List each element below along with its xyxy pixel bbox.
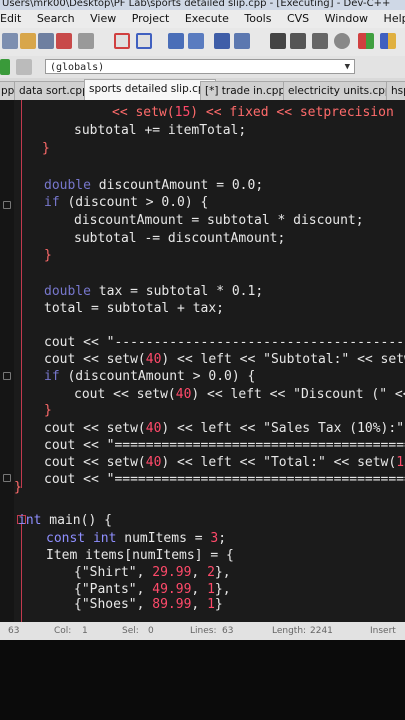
chart-icon[interactable] xyxy=(380,33,396,49)
find-icon[interactable] xyxy=(168,33,184,49)
title-bar: Users\mrk00\Desktop\PF Lab\sports detail… xyxy=(0,0,405,10)
tab-hsp[interactable]: hsp xyxy=(386,81,405,100)
run-icon-small[interactable] xyxy=(0,59,10,75)
open-icon[interactable] xyxy=(20,33,36,49)
tab-data-sort[interactable]: data sort.cpp xyxy=(14,81,94,100)
status-length-label: Length: xyxy=(272,626,307,636)
scope-value: (globals) xyxy=(50,62,105,73)
main-toolbar xyxy=(0,28,405,57)
scope-dropdown[interactable]: (globals) ▼ xyxy=(45,59,355,74)
code-line: {"Shoes", 89.99, 1} xyxy=(74,597,223,612)
save-all-icon[interactable] xyxy=(56,33,72,49)
code-line: cout << "===============================… xyxy=(44,438,405,453)
bookmark-icon xyxy=(3,474,11,482)
status-line-number: 63 xyxy=(8,626,20,636)
file-tabs: pp data sort.cpp sports detailed slip.cp… xyxy=(0,78,405,101)
menu-help[interactable]: Help xyxy=(384,10,405,28)
code-line: cout << setw(40) << left << "Sales Tax (… xyxy=(44,421,405,436)
compile-icon[interactable] xyxy=(270,33,286,49)
menu-window[interactable]: Window xyxy=(325,10,368,28)
rebuild-icon[interactable] xyxy=(334,33,350,49)
code-line: << setw(15) << fixed << setprecision xyxy=(112,105,394,120)
print-icon[interactable] xyxy=(78,33,94,49)
code-line: subtotal += itemTotal; xyxy=(74,123,247,138)
tab-electricity-units[interactable]: electricity units.cpp xyxy=(283,81,397,100)
bookmark-icon xyxy=(3,201,11,209)
goto-icon[interactable] xyxy=(214,33,230,49)
menu-execute[interactable]: Execute xyxy=(185,10,229,28)
grid-icon[interactable] xyxy=(358,33,374,49)
code-editor[interactable]: << setw(15) << fixed << setprecision sub… xyxy=(0,100,405,622)
menu-project[interactable]: Project xyxy=(132,10,170,28)
undo-icon[interactable] xyxy=(114,33,130,49)
fold-line xyxy=(21,518,22,622)
code-line: cout << "===============================… xyxy=(44,472,405,487)
run-icon[interactable] xyxy=(290,33,306,49)
menu-cvs[interactable]: CVS xyxy=(287,10,309,28)
code-line: cout << setw(40) << left << "Subtotal:" … xyxy=(44,352,405,367)
status-bar: 63 Col: 1 Sel: 0 Lines: 63 Length: 2241 … xyxy=(0,622,405,640)
status-mode: Insert xyxy=(370,626,396,636)
code-line: double tax = subtotal * 0.1; xyxy=(44,284,264,299)
status-col-label: Col: xyxy=(54,626,72,636)
dev-cpp-window: Users\mrk00\Desktop\PF Lab\sports detail… xyxy=(0,0,405,640)
bookmark-icon xyxy=(3,372,11,380)
code-line: total = subtotal + tax; xyxy=(44,301,225,316)
status-length: 2241 xyxy=(310,626,333,636)
indent-icon[interactable] xyxy=(234,33,250,49)
debug-icon[interactable] xyxy=(312,33,328,49)
code-line: subtotal -= discountAmount; xyxy=(74,231,286,246)
status-sel-label: Sel: xyxy=(122,626,139,636)
code-line: const int numItems = 3; xyxy=(46,531,227,546)
code-line: cout << setw(40) << left << "Total:" << … xyxy=(44,455,405,470)
status-sel: 0 xyxy=(148,626,154,636)
fold-line xyxy=(21,100,22,488)
code-line: if (discount > 0.0) { xyxy=(44,195,209,210)
code-line: } xyxy=(42,141,50,156)
code-line: if (discountAmount > 0.0) { xyxy=(44,369,256,384)
code-line: double discountAmount = 0.0; xyxy=(44,178,264,193)
status-col: 1 xyxy=(82,626,88,636)
menu-edit[interactable]: Edit xyxy=(0,10,21,28)
code-line: } xyxy=(44,403,52,418)
menu-search[interactable]: Search xyxy=(37,10,75,28)
class-browser-icon[interactable] xyxy=(16,59,32,75)
new-icon[interactable] xyxy=(2,33,18,49)
status-lines: 63 xyxy=(222,626,234,636)
replace-icon[interactable] xyxy=(188,33,204,49)
secondary-toolbar: (globals) ▼ xyxy=(0,56,405,78)
code-line: {"Shirt", 29.99, 2}, xyxy=(74,565,231,580)
tab-sports-detailed-slip[interactable]: sports detailed slip.cpp xyxy=(84,79,217,100)
save-icon[interactable] xyxy=(38,33,54,49)
menu-tools[interactable]: Tools xyxy=(244,10,271,28)
line-gutter xyxy=(0,100,14,622)
redo-icon[interactable] xyxy=(136,33,152,49)
status-lines-label: Lines: xyxy=(190,626,217,636)
tab-trade-in[interactable]: [*] trade in.cpp xyxy=(200,81,291,100)
code-line: int main() { xyxy=(18,513,112,528)
code-line: discountAmount = subtotal * discount; xyxy=(74,213,364,228)
menu-view[interactable]: View xyxy=(90,10,116,28)
code-line: } xyxy=(14,480,22,495)
chevron-down-icon: ▼ xyxy=(344,62,350,72)
code-line: Item items[numItems] = { xyxy=(46,548,234,563)
code-line: cout << "-------------------------------… xyxy=(44,335,405,350)
menu-bar: Edit Search View Project Execute Tools C… xyxy=(0,10,405,28)
code-line: cout << setw(40) << left << "Discount ("… xyxy=(74,387,405,402)
code-line: } xyxy=(44,248,52,263)
